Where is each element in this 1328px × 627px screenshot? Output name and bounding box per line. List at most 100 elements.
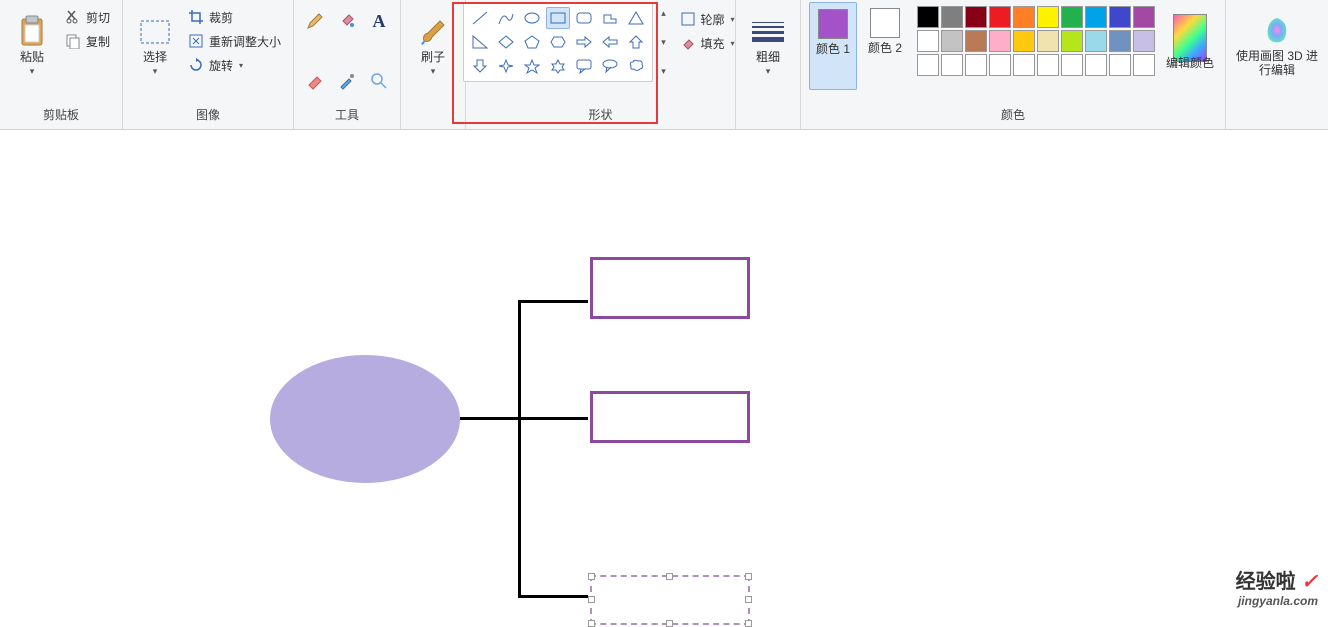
palette-swatch[interactable] <box>1133 6 1155 28</box>
thickness-icon <box>751 15 785 49</box>
magnifier-tool[interactable] <box>366 68 392 94</box>
shape-polygon[interactable] <box>598 7 622 29</box>
ribbon: 粘贴 ▾ 剪切 复制 剪贴板 选择 <box>0 0 1328 130</box>
shape-right-triangle[interactable] <box>468 31 492 53</box>
connector <box>518 417 588 420</box>
palette-swatch[interactable] <box>965 54 987 76</box>
palette-swatch[interactable] <box>1037 30 1059 52</box>
brush-button[interactable]: 刷子 ▾ <box>409 2 457 90</box>
palette-swatch[interactable] <box>1133 30 1155 52</box>
diagram-rect-3-selected[interactable] <box>590 575 750 625</box>
fill-button[interactable]: 填充 ▾ <box>675 32 739 54</box>
palette-swatch[interactable] <box>1013 6 1035 28</box>
palette-swatch[interactable] <box>1109 54 1131 76</box>
diagram-rect-1 <box>590 257 750 319</box>
shape-arrow-up[interactable] <box>624 31 648 53</box>
shapes-gallery[interactable] <box>463 2 653 82</box>
color1-swatch <box>818 9 848 39</box>
rotate-icon <box>187 56 205 74</box>
palette-swatch[interactable] <box>941 30 963 52</box>
shape-arrow-right[interactable] <box>572 31 596 53</box>
group-label-image: 图像 <box>196 102 220 129</box>
spacer <box>366 38 392 64</box>
watermark-text: 经验啦 <box>1236 571 1296 593</box>
shape-arrow-down[interactable] <box>468 55 492 77</box>
palette-swatch[interactable] <box>989 54 1011 76</box>
pencil-tool[interactable] <box>302 8 328 34</box>
palette-swatch[interactable] <box>965 30 987 52</box>
palette-swatch[interactable] <box>1061 30 1083 52</box>
color1-button[interactable]: 颜色 1 <box>809 2 857 90</box>
gradient-icon <box>1173 21 1207 55</box>
select-button[interactable]: 选择 ▾ <box>131 2 179 90</box>
shape-star5[interactable] <box>520 55 544 77</box>
shape-rounded-rect[interactable] <box>572 7 596 29</box>
shape-callout-rect[interactable] <box>572 55 596 77</box>
palette-swatch[interactable] <box>1109 30 1131 52</box>
palette-swatch[interactable] <box>989 30 1011 52</box>
palette-swatch[interactable] <box>1061 54 1083 76</box>
shape-star4[interactable] <box>494 55 518 77</box>
palette-swatch[interactable] <box>1085 54 1107 76</box>
palette-swatch[interactable] <box>941 6 963 28</box>
select-label: 选择 <box>143 51 167 65</box>
rotate-button[interactable]: 旋转 ▾ <box>183 54 285 76</box>
canvas[interactable] <box>0 130 1328 614</box>
shape-oval[interactable] <box>520 7 544 29</box>
edit-colors-label: 编辑颜色 <box>1166 57 1214 71</box>
palette-swatch[interactable] <box>1133 54 1155 76</box>
shape-callout-cloud[interactable] <box>624 55 648 77</box>
paste-label: 粘贴 <box>20 51 44 65</box>
eraser-tool[interactable] <box>302 68 328 94</box>
shape-arrow-left[interactable] <box>598 31 622 53</box>
palette-swatch[interactable] <box>1061 6 1083 28</box>
palette-swatch[interactable] <box>917 30 939 52</box>
group-label-shapes: 形状 <box>589 102 613 129</box>
crop-button[interactable]: 裁剪 <box>183 6 285 28</box>
resize-label: 重新调整大小 <box>209 33 281 50</box>
shape-pentagon[interactable] <box>520 31 544 53</box>
palette-swatch[interactable] <box>1013 54 1035 76</box>
palette-swatch[interactable] <box>1013 30 1035 52</box>
shape-diamond[interactable] <box>494 31 518 53</box>
resize-button[interactable]: 重新调整大小 <box>183 30 285 52</box>
group-label-tools: 工具 <box>335 102 359 129</box>
thickness-button[interactable]: 粗细 ▾ <box>744 2 792 90</box>
edit-colors-button[interactable]: 编辑颜色 <box>1163 2 1217 90</box>
cut-button[interactable]: 剪切 <box>60 6 114 28</box>
spacer <box>302 38 328 64</box>
shape-triangle[interactable] <box>624 7 648 29</box>
palette-swatch[interactable] <box>917 6 939 28</box>
palette-swatch[interactable] <box>989 6 1011 28</box>
outline-button[interactable]: 轮廓 ▾ <box>675 8 739 30</box>
color2-button[interactable]: 颜色 2 <box>861 2 909 90</box>
shape-rectangle[interactable] <box>546 7 570 29</box>
palette-swatch[interactable] <box>1085 6 1107 28</box>
palette-swatch[interactable] <box>941 54 963 76</box>
watermark: 经验啦 ✓ jingyanla.com <box>1236 565 1318 608</box>
paint3d-button[interactable]: 使用画图 3D 进行编辑 <box>1234 2 1320 90</box>
group-label-colors: 颜色 <box>1001 102 1025 129</box>
fill-tool[interactable] <box>334 8 360 34</box>
shape-hexagon[interactable] <box>546 31 570 53</box>
text-tool[interactable]: A <box>366 8 392 34</box>
shape-callout-oval[interactable] <box>598 55 622 77</box>
palette-swatch[interactable] <box>1037 6 1059 28</box>
shape-curve[interactable] <box>494 7 518 29</box>
color-picker-tool[interactable] <box>334 68 360 94</box>
gallery-up[interactable]: ▴ <box>657 6 671 20</box>
palette-swatch[interactable] <box>1037 54 1059 76</box>
shape-line[interactable] <box>468 7 492 29</box>
group-shapes: ▴ ▾ ▾ 轮廓 ▾ 填充 ▾ 形状 <box>466 0 736 129</box>
chevron-down-icon: ▾ <box>431 66 436 77</box>
palette-swatch[interactable] <box>917 54 939 76</box>
copy-label: 复制 <box>86 33 110 50</box>
paste-button[interactable]: 粘贴 ▾ <box>8 2 56 90</box>
palette-swatch[interactable] <box>1085 30 1107 52</box>
gallery-more[interactable]: ▾ <box>657 64 671 78</box>
gallery-down[interactable]: ▾ <box>657 35 671 49</box>
palette-swatch[interactable] <box>965 6 987 28</box>
copy-button[interactable]: 复制 <box>60 30 114 52</box>
palette-swatch[interactable] <box>1109 6 1131 28</box>
shape-star6[interactable] <box>546 55 570 77</box>
